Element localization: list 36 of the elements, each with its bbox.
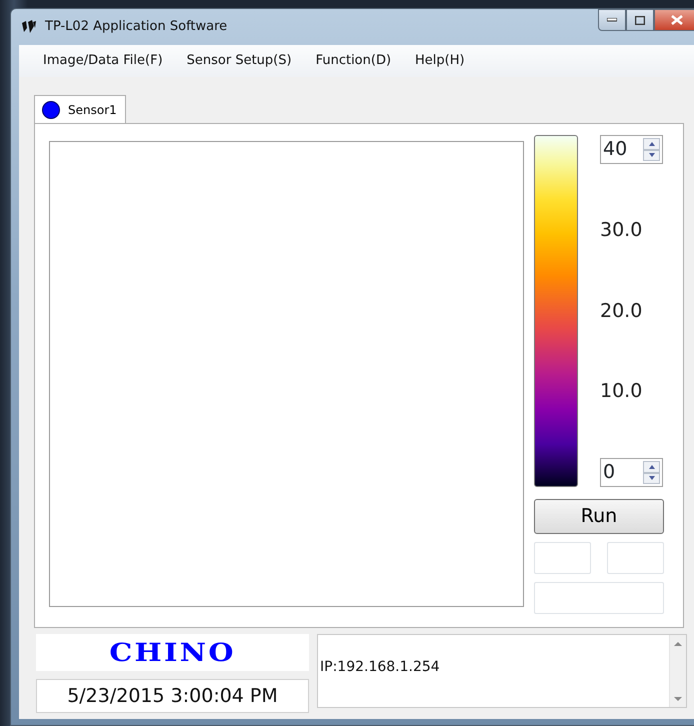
- menu-item[interactable]: Help(H): [403, 51, 477, 71]
- output-field[interactable]: [607, 542, 664, 574]
- minimize-button[interactable]: [598, 9, 626, 31]
- spin-up-button[interactable]: [643, 138, 660, 150]
- tab[interactable]: Sensor1: [34, 95, 126, 123]
- spin-down-button[interactable]: [643, 472, 660, 484]
- spin-field[interactable]: 0: [600, 458, 663, 487]
- down-arrow-icon: [648, 153, 654, 158]
- app-icon: [21, 20, 37, 34]
- scale-label: 30.0: [600, 218, 644, 244]
- close-button[interactable]: [654, 9, 694, 31]
- log-text: IP:192.168.1.254: [319, 658, 441, 677]
- menu-item[interactable]: Sensor Setup(S): [174, 51, 304, 71]
- up-arrow-icon: [648, 142, 654, 146]
- down-arrow-icon: [648, 476, 654, 480]
- output-field[interactable]: [534, 542, 591, 574]
- minimize-icon: [607, 18, 617, 22]
- menu-item[interactable]: Image/Data File(F): [31, 51, 175, 71]
- close-icon: [671, 15, 683, 25]
- sensor-dot-icon: [42, 100, 60, 118]
- up-arrow-icon: [648, 464, 654, 469]
- output-field[interactable]: [534, 582, 664, 614]
- run-button[interactable]: Run: [534, 499, 664, 534]
- menu-item[interactable]: Function(D): [304, 51, 404, 71]
- scroll-up-icon[interactable]: [674, 642, 682, 646]
- spin-field[interactable]: 40: [600, 135, 663, 164]
- spin-up-button[interactable]: [643, 461, 660, 472]
- spin-down-button[interactable]: [643, 150, 660, 161]
- scrollbar[interactable]: [669, 635, 686, 707]
- date-time-display: 5/23/2015 3:00:04 PM: [36, 679, 309, 713]
- window-title: TP-L02 Application Software: [45, 18, 228, 36]
- maximize-button[interactable]: [626, 9, 654, 31]
- scale-label: 10.0: [600, 379, 644, 404]
- maximize-icon: [635, 16, 645, 24]
- scale-label: 20.0: [600, 298, 644, 324]
- scroll-down-icon[interactable]: [674, 696, 682, 700]
